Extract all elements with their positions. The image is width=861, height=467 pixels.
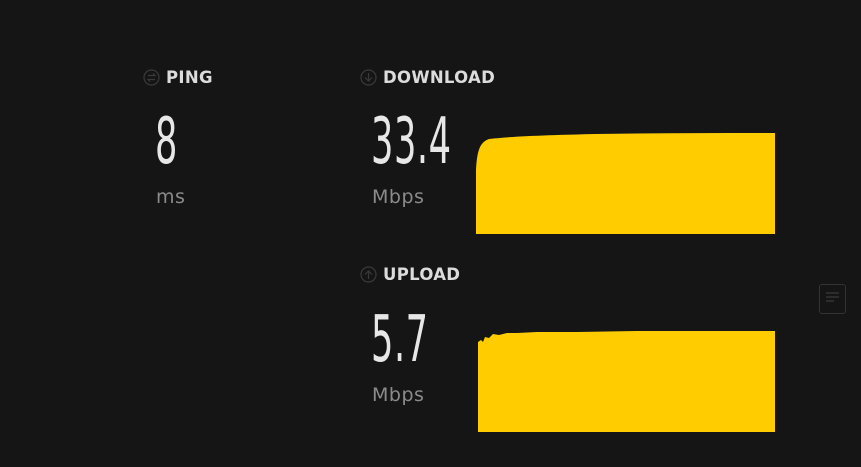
upload-speed-graph <box>477 328 776 432</box>
download-unit: Mbps <box>372 186 425 208</box>
download-value: 33.4 <box>371 105 452 179</box>
upload-unit: Mbps <box>372 384 425 406</box>
results-list-button[interactable] <box>819 284 846 314</box>
upload-label: UPLOAD <box>383 264 461 284</box>
download-speed-graph <box>475 130 776 234</box>
download-arrow-icon <box>360 68 377 86</box>
upload-arrow-icon <box>360 265 377 283</box>
ping-value: 8 <box>155 105 178 179</box>
results-list-icon <box>820 285 845 313</box>
ping-header: PING <box>143 67 213 87</box>
download-header: DOWNLOAD <box>360 67 495 87</box>
upload-value: 5.7 <box>371 303 429 377</box>
upload-header: UPLOAD <box>360 264 460 284</box>
speed-test-results: PING 8 ms DOWNLOAD 33.4 Mbps UPLOAD 5.7 … <box>0 0 861 467</box>
download-label: DOWNLOAD <box>383 67 496 87</box>
ping-unit: ms <box>156 186 186 208</box>
ping-label: PING <box>166 67 213 87</box>
ping-icon <box>143 68 160 86</box>
